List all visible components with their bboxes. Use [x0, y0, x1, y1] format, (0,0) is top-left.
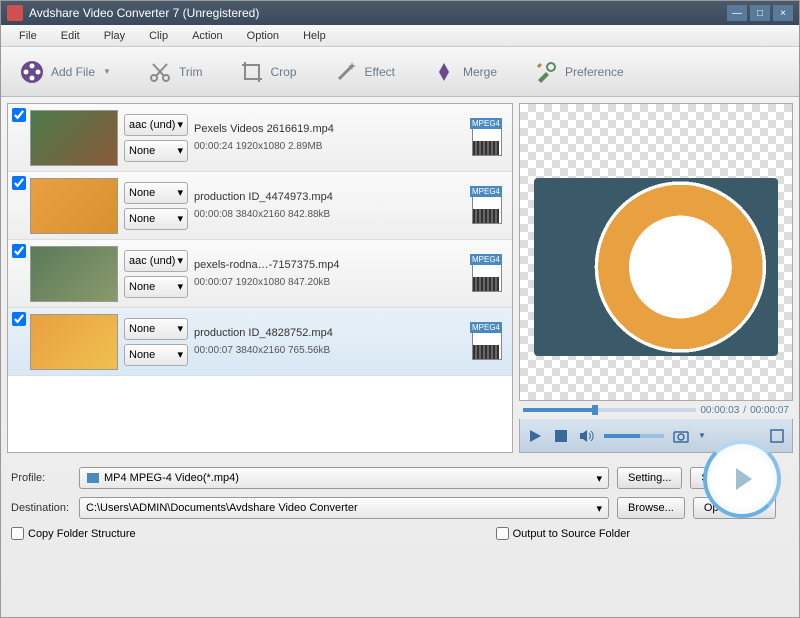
file-name: pexels-rodna…-7157375.mp4: [194, 259, 470, 271]
trim-label: Trim: [179, 65, 203, 79]
file-thumbnail: [30, 178, 118, 234]
file-item[interactable]: aac (und)▾ None▾ Pexels Videos 2616619.m…: [8, 104, 512, 172]
play-icon: [736, 468, 752, 490]
stop-button[interactable]: [552, 427, 570, 445]
menubar: File Edit Play Clip Action Option Help: [1, 25, 799, 47]
app-logo-icon: [7, 5, 23, 21]
file-checkbox[interactable]: [12, 176, 26, 190]
copy-folder-checkbox[interactable]: [11, 527, 24, 540]
browse-button[interactable]: Browse...: [617, 497, 685, 519]
crop-button[interactable]: Crop: [231, 55, 305, 89]
menu-file[interactable]: File: [7, 27, 49, 45]
file-name: production ID_4474973.mp4: [194, 191, 470, 203]
audio-track-dropdown[interactable]: aac (und)▾: [124, 250, 188, 272]
output-source-label: Output to Source Folder: [513, 528, 630, 540]
file-meta: 00:00:08 3840x2160 842.88kB: [194, 209, 470, 220]
seek-slider[interactable]: [523, 408, 696, 412]
profile-label: Profile:: [11, 472, 71, 484]
subtitle-dropdown[interactable]: None▾: [124, 276, 188, 298]
destination-label: Destination:: [11, 502, 71, 514]
file-meta: 00:00:24 1920x1080 2.89MB: [194, 141, 470, 152]
maximize-button[interactable]: □: [750, 5, 770, 21]
crop-icon: [239, 59, 265, 85]
snapshot-button[interactable]: [672, 427, 690, 445]
file-thumbnail: [30, 314, 118, 370]
menu-action[interactable]: Action: [180, 27, 235, 45]
merge-button[interactable]: Merge: [423, 55, 505, 89]
menu-edit[interactable]: Edit: [49, 27, 92, 45]
crop-label: Crop: [271, 65, 297, 79]
menu-clip[interactable]: Clip: [137, 27, 180, 45]
file-checkbox[interactable]: [12, 244, 26, 258]
film-reel-icon: [19, 59, 45, 85]
effect-label: Effect: [365, 65, 395, 79]
scissors-icon: [147, 59, 173, 85]
effect-button[interactable]: Effect: [325, 55, 403, 89]
format-icon: MPEG4: [470, 186, 504, 226]
window-title: Avdshare Video Converter 7 (Unregistered…: [29, 6, 724, 20]
tools-icon: [533, 59, 559, 85]
copy-folder-label: Copy Folder Structure: [28, 528, 136, 540]
titlebar: Avdshare Video Converter 7 (Unregistered…: [1, 1, 799, 25]
audio-track-dropdown[interactable]: aac (und)▾: [124, 114, 188, 136]
profile-combo[interactable]: MP4 MPEG-4 Video(*.mp4) ▾: [79, 467, 609, 489]
file-checkbox[interactable]: [12, 312, 26, 326]
file-name: production ID_4828752.mp4: [194, 327, 470, 339]
volume-icon[interactable]: [578, 427, 596, 445]
output-source-checkbox[interactable]: [496, 527, 509, 540]
file-meta: 00:00:07 3840x2160 765.56kB: [194, 345, 470, 356]
file-item[interactable]: None▾ None▾ production ID_4474973.mp4 00…: [8, 172, 512, 240]
add-file-button[interactable]: Add File ▼: [11, 55, 119, 89]
preview-pane: 00:00:03 / 00:00:07 ▼: [519, 103, 793, 453]
file-item[interactable]: None▾ None▾ production ID_4828752.mp4 00…: [8, 308, 512, 376]
menu-help[interactable]: Help: [291, 27, 338, 45]
destination-value: C:\Users\ADMIN\Documents\Avdshare Video …: [86, 502, 596, 514]
subtitle-dropdown[interactable]: None▾: [124, 140, 188, 162]
convert-button[interactable]: [703, 440, 781, 518]
dropdown-arrow-icon: ▼: [103, 67, 111, 76]
file-name: Pexels Videos 2616619.mp4: [194, 123, 470, 135]
close-button[interactable]: ×: [773, 5, 793, 21]
profile-value: MP4 MPEG-4 Video(*.mp4): [104, 472, 596, 484]
play-button[interactable]: [526, 427, 544, 445]
file-item[interactable]: aac (und)▾ None▾ pexels-rodna…-7157375.m…: [8, 240, 512, 308]
merge-label: Merge: [463, 65, 497, 79]
menu-play[interactable]: Play: [92, 27, 137, 45]
time-current: 00:00:03: [700, 405, 739, 416]
preview-image: [534, 178, 779, 356]
destination-combo[interactable]: C:\Users\ADMIN\Documents\Avdshare Video …: [79, 497, 609, 519]
file-checkbox[interactable]: [12, 108, 26, 122]
add-file-label: Add File: [51, 65, 95, 79]
file-meta: 00:00:07 1920x1080 847.20kB: [194, 277, 470, 288]
time-total: 00:00:07: [750, 405, 789, 416]
format-icon: MPEG4: [470, 118, 504, 158]
volume-slider[interactable]: [604, 434, 664, 438]
file-list[interactable]: aac (und)▾ None▾ Pexels Videos 2616619.m…: [7, 103, 513, 453]
setting-button[interactable]: Setting...: [617, 467, 682, 489]
merge-icon: [431, 59, 457, 85]
format-icon: MPEG4: [470, 254, 504, 294]
audio-track-dropdown[interactable]: None▾: [124, 318, 188, 340]
menu-option[interactable]: Option: [235, 27, 291, 45]
subtitle-dropdown[interactable]: None▾: [124, 344, 188, 366]
file-thumbnail: [30, 110, 118, 166]
preference-label: Preference: [565, 65, 624, 79]
wand-icon: [333, 59, 359, 85]
format-icon: MPEG4: [470, 322, 504, 362]
preview-screen[interactable]: [519, 103, 793, 401]
minimize-button[interactable]: —: [727, 5, 747, 21]
snapshot-dropdown-arrow[interactable]: ▼: [698, 431, 706, 440]
trim-button[interactable]: Trim: [139, 55, 211, 89]
file-thumbnail: [30, 246, 118, 302]
toolbar: Add File ▼ Trim Crop Effect Merge Prefer…: [1, 47, 799, 97]
audio-track-dropdown[interactable]: None▾: [124, 182, 188, 204]
preference-button[interactable]: Preference: [525, 55, 632, 89]
subtitle-dropdown[interactable]: None▾: [124, 208, 188, 230]
